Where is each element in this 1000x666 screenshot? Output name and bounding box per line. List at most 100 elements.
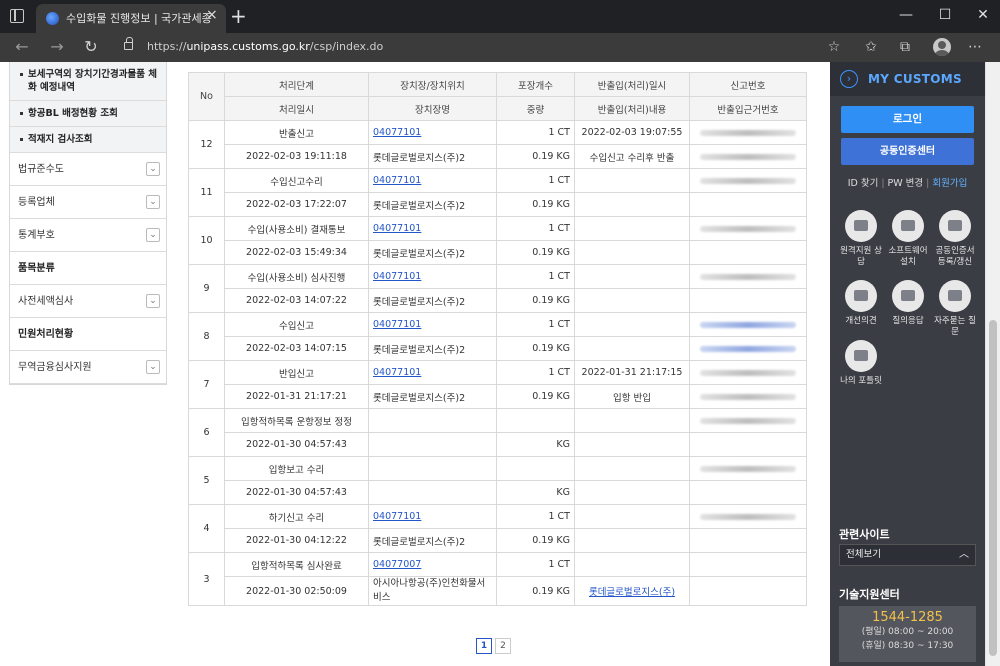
related-sites-select[interactable]: 전체보기 ︿ xyxy=(839,544,976,566)
window-close-icon[interactable]: ✕ xyxy=(975,7,991,23)
cargo-progress-table: No 처리단계 장치장/장치위치 포장개수 반출입(처리)일시 신고번호 처리일… xyxy=(188,72,807,606)
package-count-text: 1 CT xyxy=(548,367,570,378)
table-row: 2022-02-03 19:11:18 롯데글로벌로지스(주)2 0.19 KG 수입… xyxy=(189,144,807,169)
weight: 0.19 KG xyxy=(496,192,575,217)
chevron-down-icon[interactable]: ⌄ xyxy=(146,195,160,209)
sidebar-item[interactable]: 법규준수도 ⌄ xyxy=(10,153,166,186)
io-content xyxy=(574,432,690,457)
submenu-item-overdue-goods[interactable]: 보세구역외 장치기간경과물품 체화 예정내역 xyxy=(10,62,166,101)
find-id-link[interactable]: ID 찾기 xyxy=(848,178,879,189)
forward-icon[interactable]: → xyxy=(48,38,66,56)
quick-service-item[interactable]: 개선의견 xyxy=(838,280,884,327)
process-datetime-text: 2022-01-30 04:12:22 xyxy=(246,535,347,546)
quick-service-item[interactable]: 공동인증서 등록/갱신 xyxy=(932,210,978,268)
process-datetime-text: 2022-02-03 17:22:07 xyxy=(246,199,347,210)
login-button[interactable]: 로그인 xyxy=(841,106,974,133)
location-code-text[interactable]: 04077101 xyxy=(373,175,421,186)
sidebar-item[interactable]: 무역금융심사지원 ⌄ xyxy=(10,351,166,384)
location-code-text[interactable]: 04077101 xyxy=(373,223,421,234)
io-content: 롯데글로벌로지스(주) xyxy=(574,576,690,606)
quick-service-label: 개선의견 xyxy=(845,316,877,326)
row-number: 9 xyxy=(188,264,225,313)
declaration-number xyxy=(689,312,807,337)
chevron-down-icon[interactable]: ⌄ xyxy=(146,162,160,176)
quick-service-item[interactable]: 나의 포틀릿 xyxy=(838,340,884,387)
row-number: 3 xyxy=(188,552,225,606)
profile-avatar[interactable] xyxy=(933,38,951,56)
location-code: 04077101 xyxy=(368,120,497,145)
io-basis-number xyxy=(689,576,807,606)
location-code-text[interactable]: 04077101 xyxy=(373,271,421,282)
change-pw-link[interactable]: PW 변경 xyxy=(888,178,924,189)
package-count-text: 1 CT xyxy=(548,271,570,282)
table-row: 10 수입(사용소비) 결재통보 04077101 1 CT xyxy=(188,216,807,265)
table-row: 2022-01-30 04:57:43 KG xyxy=(189,432,807,457)
quick-service-item[interactable]: 원격지원 상담 xyxy=(838,210,884,268)
sidebar-item[interactable]: 등록업체 ⌄ xyxy=(10,186,166,219)
declaration-number xyxy=(689,552,807,577)
back-icon[interactable]: ← xyxy=(13,38,31,56)
sidebar-item[interactable]: 민원처리현황 xyxy=(10,318,166,351)
weight: 0.19 KG xyxy=(496,144,575,169)
favorites-icon[interactable]: ✩ xyxy=(863,39,879,55)
row-number-text: 9 xyxy=(203,283,210,294)
chevron-down-icon[interactable]: ⌄ xyxy=(146,360,160,374)
quick-service-item[interactable]: 자주묻는 질문 xyxy=(932,280,978,338)
refresh-icon[interactable]: ↻ xyxy=(82,38,100,56)
chevron-down-icon[interactable]: ⌄ xyxy=(146,294,160,308)
page-button-1[interactable]: 1 xyxy=(476,638,492,654)
tab-actions-icon[interactable] xyxy=(10,9,24,23)
declaration-number xyxy=(689,408,807,433)
redacted-value xyxy=(700,153,796,160)
table-row: 11 수입신고수리 04077101 1 CT xyxy=(188,168,807,217)
url-field[interactable]: https://unipass.customs.go.kr/csp/index.… xyxy=(147,40,383,53)
reader-icon[interactable]: ☆ xyxy=(826,39,842,55)
row-number: 5 xyxy=(188,456,225,505)
location-code-text[interactable]: 04077101 xyxy=(373,367,421,378)
io-content-text[interactable]: 롯데글로벌로지스(주) xyxy=(589,587,675,598)
collections-icon[interactable]: ⧉ xyxy=(897,39,913,55)
declaration-number xyxy=(689,168,807,193)
submenu-item-air-bl[interactable]: 항공BL 배정현황 조회 xyxy=(10,101,166,127)
submenu-label: 적재지 검사조회 xyxy=(28,134,93,145)
chevron-down-icon[interactable]: ⌄ xyxy=(146,228,160,242)
package-count xyxy=(496,456,575,481)
table-row: 2022-01-31 21:17:21 롯데글로벌로지스(주)2 0.19 KG 입항… xyxy=(189,384,807,409)
quick-service-item[interactable]: 질의응답 xyxy=(885,280,931,327)
sidebar-item[interactable]: 품목분류 xyxy=(10,252,166,285)
submenu-item-loading-inspection[interactable]: 적재지 검사조회 xyxy=(10,127,166,153)
quick-service-label: 나의 포틀릿 xyxy=(840,376,882,386)
location-code-text[interactable]: 04077007 xyxy=(373,559,421,570)
io-content xyxy=(574,480,690,505)
process-datetime: 2022-01-31 21:17:21 xyxy=(224,384,369,409)
location-name: 아시아나항공(주)인천화물서비스 xyxy=(368,576,497,606)
process-stage: 입항적하목록 심사완료 xyxy=(224,552,369,577)
row-number: 7 xyxy=(188,360,225,409)
lock-icon[interactable] xyxy=(124,37,133,50)
maximize-icon[interactable]: ☐ xyxy=(937,7,953,23)
io-basis-number xyxy=(689,384,807,409)
more-menu-icon[interactable]: ⋯ xyxy=(967,39,983,55)
location-code-text[interactable]: 04077101 xyxy=(373,127,421,138)
scrollbar-thumb[interactable] xyxy=(989,320,997,656)
declaration-number xyxy=(689,456,807,481)
location-code-text[interactable]: 04077101 xyxy=(373,319,421,330)
browser-tab[interactable]: 수입화물 진행정보 | 국가관세종 xyxy=(36,4,226,33)
sidebar-item[interactable]: 통계부호 ⌄ xyxy=(10,219,166,252)
io-datetime-text: 2022-02-03 19:07:55 xyxy=(581,127,683,138)
vertical-scrollbar[interactable] xyxy=(985,62,1000,666)
quick-service-item[interactable]: 소프트웨어 설치 xyxy=(885,210,931,268)
cert-center-button[interactable]: 공동인증센터 xyxy=(841,138,974,165)
sign-up-link[interactable]: 회원가입 xyxy=(932,178,967,189)
location-code-text[interactable]: 04077101 xyxy=(373,511,421,522)
minimize-icon[interactable]: — xyxy=(898,7,914,23)
column-header-weight: 중량 xyxy=(496,96,575,121)
process-datetime-text: 2022-02-03 14:07:22 xyxy=(246,295,347,306)
chevron-right-icon[interactable]: › xyxy=(840,70,858,88)
sidebar-item[interactable]: 사전세액심사 ⌄ xyxy=(10,285,166,318)
tab-close-icon[interactable]: × xyxy=(206,8,218,22)
new-tab-icon[interactable]: + xyxy=(230,6,247,26)
io-content: 입항 반입 xyxy=(574,384,690,409)
io-content xyxy=(574,528,690,553)
page-button-2[interactable]: 2 xyxy=(495,638,511,654)
